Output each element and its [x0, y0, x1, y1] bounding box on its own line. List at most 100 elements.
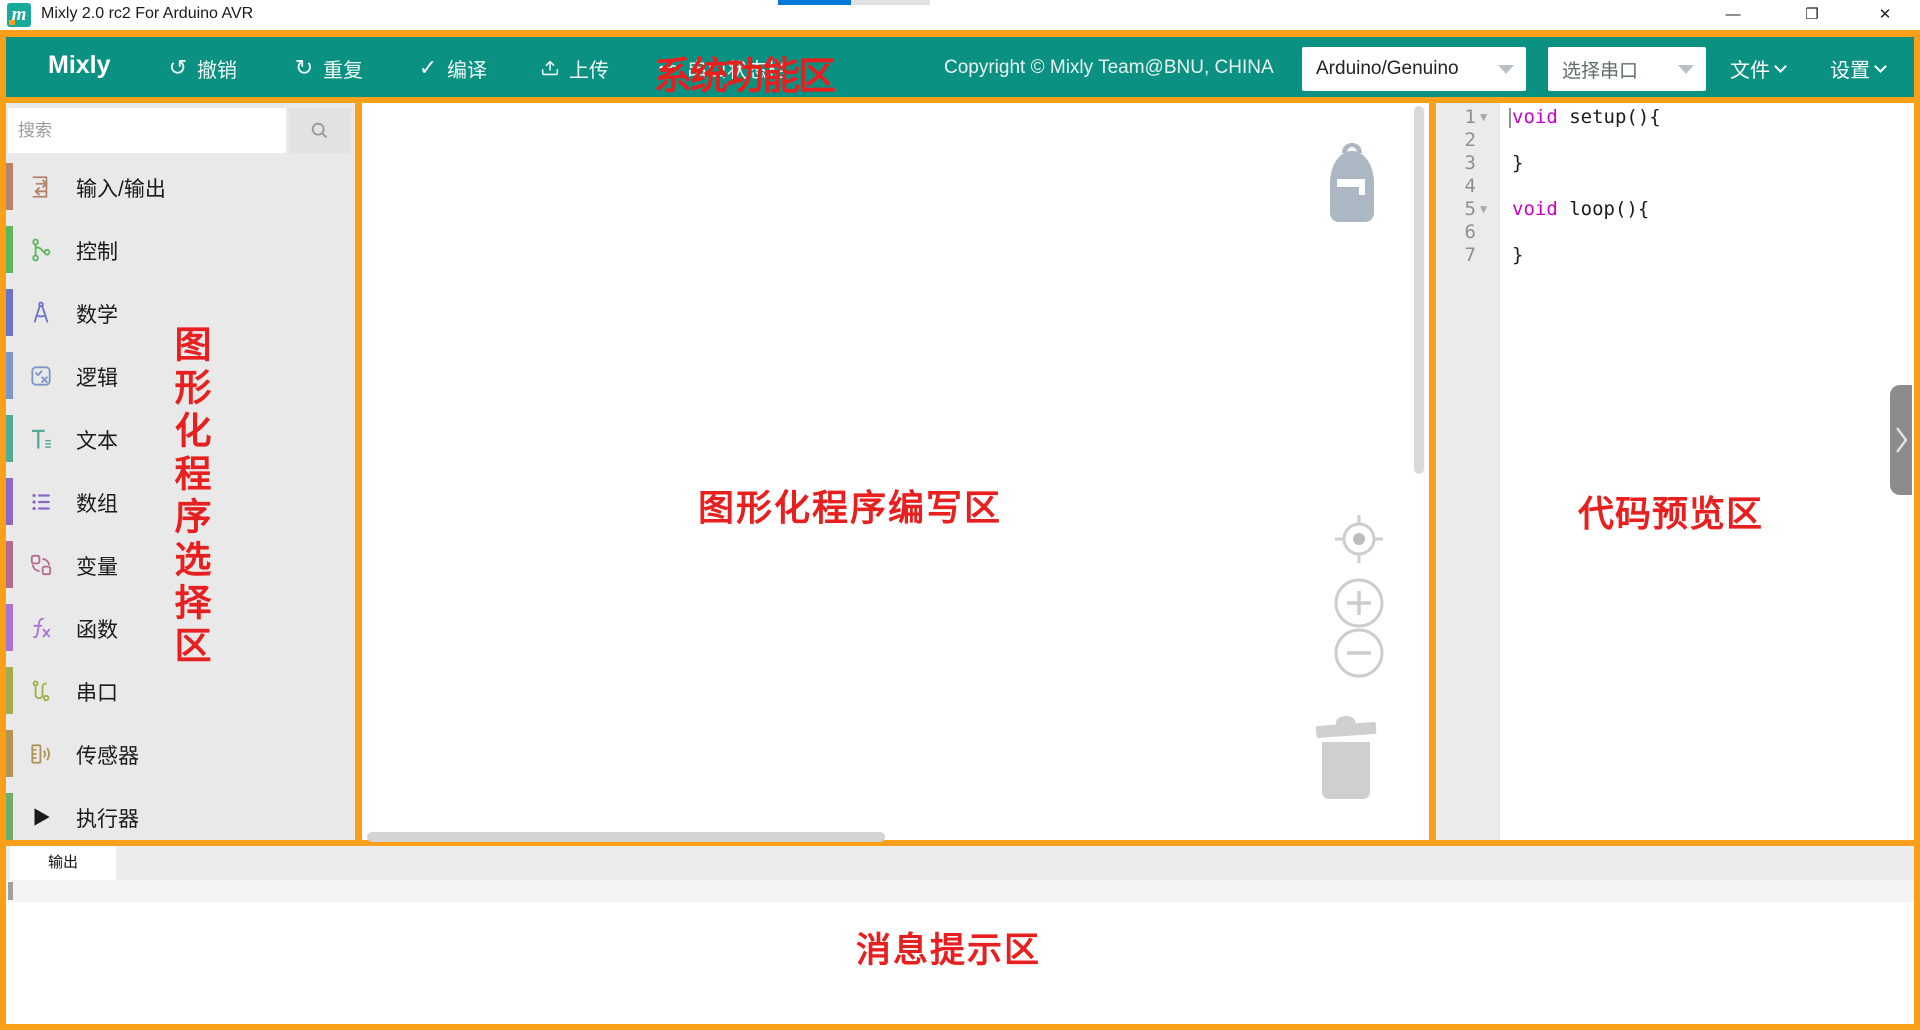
- line-number: 4: [1436, 175, 1476, 198]
- toolbar-button-label: 撤销: [197, 54, 237, 83]
- menu-file[interactable]: 文件: [1730, 54, 1785, 83]
- sidebar-category-actuator[interactable]: 执行器: [6, 785, 355, 840]
- code-preview-panel: 1▼void setup(){23}45▼void loop(){67} 代码预…: [1436, 103, 1914, 840]
- chevron-down-icon: [1774, 60, 1787, 73]
- category-color-strip: [6, 604, 13, 651]
- toolbar-serial-status-button[interactable]: 串口状态栏: [656, 54, 787, 82]
- menu-settings[interactable]: 设置: [1830, 54, 1885, 83]
- trash-icon[interactable]: [1310, 708, 1382, 804]
- block-category-sidebar: 输入/输出控制数学逻辑文本数组变量函数串口传感器执行器 图形化程序选择区: [6, 103, 355, 840]
- line-number: 7: [1436, 244, 1476, 267]
- restore-button[interactable]: ❐: [1789, 0, 1835, 29]
- code-text: }: [1512, 152, 1523, 175]
- board-select-dropdown[interactable]: Arduino/Genuino: [1302, 47, 1526, 91]
- zoom-reset-icon[interactable]: [1333, 513, 1385, 565]
- close-button[interactable]: ✕: [1862, 0, 1908, 29]
- code-line: 3}: [1436, 152, 1914, 175]
- category-label: 文本: [76, 425, 118, 455]
- output-panel: 输出 消息提示区: [6, 846, 1914, 1024]
- line-number: 1: [1436, 106, 1476, 129]
- sidebar-category-function[interactable]: 函数: [6, 596, 355, 659]
- port-select-value: 选择串口: [1562, 56, 1668, 83]
- toolbar-button-label: 串口状态栏: [687, 54, 787, 83]
- category-color-strip: [6, 352, 13, 399]
- sidebar-category-math[interactable]: 数学: [6, 281, 355, 344]
- category-label: 数学: [76, 299, 118, 329]
- fold-arrow-icon[interactable]: ▼: [1480, 198, 1496, 221]
- category-label: 控制: [76, 236, 118, 266]
- zoom-in-icon[interactable]: [1333, 577, 1385, 629]
- minimize-button[interactable]: —: [1710, 0, 1756, 29]
- sidebar-category-control[interactable]: 控制: [6, 218, 355, 281]
- search-icon: [309, 120, 331, 142]
- chevron-down-icon: [1498, 65, 1514, 74]
- variable-icon: [28, 552, 54, 578]
- redo-icon: ↻: [292, 56, 316, 80]
- text-icon: [28, 426, 54, 452]
- blockly-workspace[interactable]: 图形化程序编写区: [362, 103, 1429, 840]
- compile-icon: ✓: [416, 56, 440, 80]
- sidebar-category-array[interactable]: 数组: [6, 470, 355, 533]
- search-button[interactable]: [289, 108, 351, 153]
- panel-expander-handle[interactable]: [1890, 385, 1912, 495]
- toolbar-compile-button[interactable]: ✓编译: [416, 54, 487, 82]
- toolbar-redo-button[interactable]: ↻ 重复: [292, 54, 363, 82]
- horizontal-scrollbar[interactable]: [367, 832, 885, 842]
- titlebar: m Mixly 2.0 rc2 For Arduino AVR — ❐ ✕: [0, 0, 1920, 30]
- port-select-dropdown[interactable]: 选择串口: [1548, 47, 1706, 91]
- category-label: 数组: [76, 488, 118, 518]
- code-line: 1▼ void setup(){: [1436, 106, 1914, 129]
- category-label: 输入/输出: [76, 173, 166, 203]
- control-icon: [28, 237, 54, 263]
- fold-arrow-icon[interactable]: ▼: [1480, 106, 1496, 129]
- sidebar-category-text[interactable]: 文本: [6, 407, 355, 470]
- io-icon: [28, 174, 54, 200]
- mixly-logo-icon: m: [7, 3, 31, 27]
- app-frame: Mixly ↺撤销↻重复✓编译上传串口状态栏 Copyright © Mixly…: [0, 30, 1920, 1030]
- vertical-scrollbar[interactable]: [1414, 106, 1424, 474]
- code-line: 5▼ void loop(){: [1436, 198, 1914, 221]
- line-number: 3: [1436, 152, 1476, 175]
- code-line: 6: [1436, 221, 1914, 244]
- brand-label: Mixly: [48, 51, 111, 80]
- undo-icon: ↺: [166, 56, 190, 80]
- category-label: 传感器: [76, 740, 139, 770]
- code-line: 4: [1436, 175, 1914, 198]
- tab-output[interactable]: 输出: [10, 846, 116, 880]
- search-input[interactable]: [8, 108, 286, 153]
- toolbar-upload-button[interactable]: 上传: [538, 54, 609, 82]
- output-tabbar: 输出: [6, 846, 1914, 880]
- line-number: 5: [1436, 198, 1476, 221]
- actuator-icon: [28, 804, 54, 830]
- serial-status-icon: [656, 56, 680, 80]
- chevron-down-icon: [1678, 65, 1694, 74]
- code-text: void loop(){: [1512, 198, 1649, 221]
- sidebar-category-logic[interactable]: 逻辑: [6, 344, 355, 407]
- function-icon: [28, 615, 54, 641]
- sidebar-category-io[interactable]: 输入/输出: [6, 155, 355, 218]
- board-select-value: Arduino/Genuino: [1316, 58, 1488, 80]
- toolbar-button-label: 重复: [323, 54, 363, 83]
- annotation-message-area: 消息提示区: [856, 922, 1041, 973]
- zoom-out-icon[interactable]: [1333, 627, 1385, 679]
- sidebar-category-serial[interactable]: 串口: [6, 659, 355, 722]
- annotation-code-area: 代码预览区: [1578, 485, 1763, 537]
- annotation-workspace-area: 图形化程序编写区: [698, 479, 1002, 531]
- code-line: 7}: [1436, 244, 1914, 267]
- text-cursor: [1509, 108, 1511, 128]
- code-text: void setup(){: [1512, 106, 1661, 129]
- menu-settings-label: 设置: [1830, 54, 1870, 83]
- category-color-strip: [6, 478, 13, 525]
- sidebar-category-variable[interactable]: 变量: [6, 533, 355, 596]
- output-caret: [8, 882, 13, 900]
- toolbar-undo-button[interactable]: ↺ 撤销: [166, 54, 237, 82]
- backpack-icon[interactable]: [1320, 135, 1384, 231]
- progress-bar-track: [851, 0, 930, 5]
- category-label: 变量: [76, 551, 118, 581]
- category-color-strip: [6, 163, 13, 210]
- category-label: 函数: [76, 614, 118, 644]
- sidebar-category-sensor[interactable]: 传感器: [6, 722, 355, 785]
- logic-icon: [28, 363, 54, 389]
- category-label: 串口: [76, 677, 118, 707]
- toolbar: Mixly ↺撤销↻重复✓编译上传串口状态栏 Copyright © Mixly…: [6, 37, 1914, 97]
